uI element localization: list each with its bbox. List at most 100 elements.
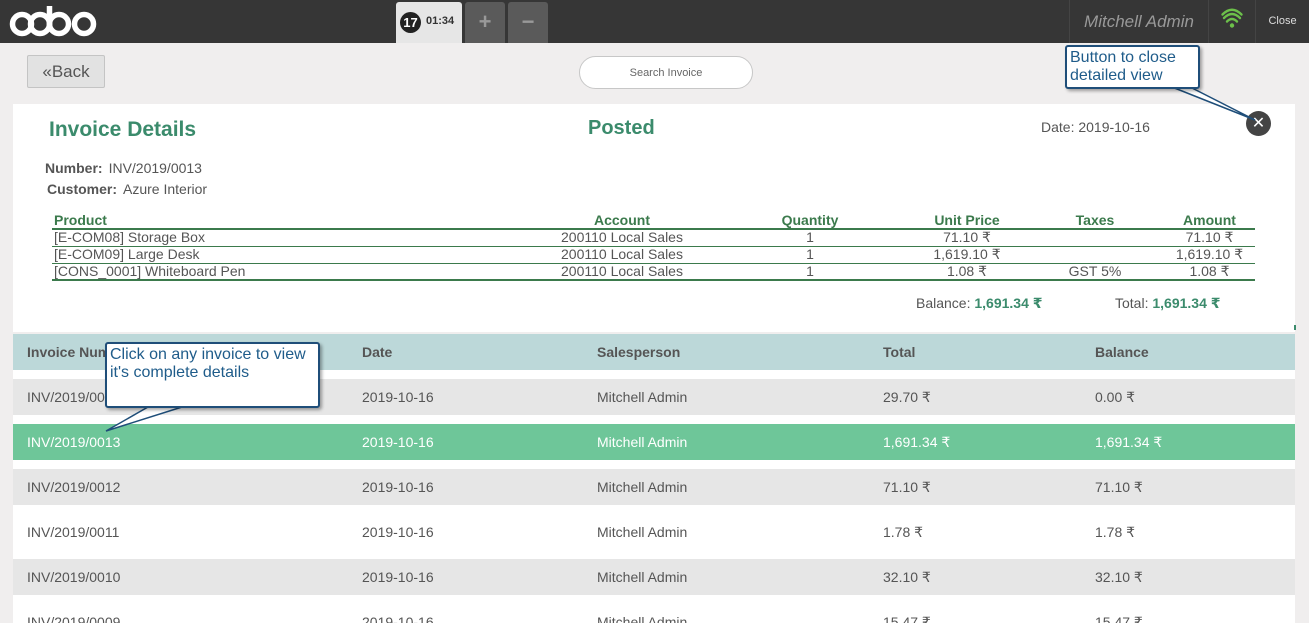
row-salesperson: Mitchell Admin <box>597 479 688 495</box>
invoice-date: Date: 2019-10-16 <box>1041 119 1150 135</box>
row-date: 2019-10-16 <box>362 389 434 405</box>
divider <box>13 505 1295 514</box>
row-salesperson: Mitchell Admin <box>597 524 688 540</box>
row-balance: 0.00 ₹ <box>1095 389 1136 405</box>
line-unit-price: 71.10 ₹ <box>908 229 1026 247</box>
table-row[interactable]: INV/2019/0012 2019-10-16 Mitchell Admin … <box>13 469 1295 505</box>
back-label: Back <box>51 62 90 81</box>
details-title: Invoice Details <box>49 118 197 141</box>
lines-header: Product Account Quantity Unit Price Taxe… <box>52 212 1255 230</box>
col-date: Date <box>362 344 393 360</box>
divider <box>13 550 1295 559</box>
divider <box>1294 325 1296 330</box>
divider <box>13 415 1295 424</box>
total-summary: Total: 1,691.34 ₹ <box>1115 295 1221 312</box>
line-account: 200110 Local Sales <box>532 246 712 264</box>
invoice-details-panel: Invoice Details Posted Date: 2019-10-16 … <box>13 104 1296 332</box>
close-icon: ✕ <box>1251 115 1266 132</box>
close-hint-callout: Button to close detailed view <box>1065 45 1200 89</box>
top-bar: 17 01:34 + − Mitchell Admin Close <box>0 0 1309 43</box>
col-salesperson: Salesperson <box>597 344 681 360</box>
col-quantity: Quantity <box>712 212 908 230</box>
line-quantity: 1 <box>712 246 908 264</box>
col-total: Total <box>883 344 916 360</box>
number-value: INV/2019/0013 <box>108 160 202 176</box>
customer-value: Azure Interior <box>123 181 208 197</box>
line-amount: 71.10 ₹ <box>1164 229 1255 247</box>
line-unit-price: 1.08 ₹ <box>908 263 1026 281</box>
balance-value: 1,691.34 ₹ <box>974 295 1043 311</box>
col-account: Account <box>532 212 712 230</box>
row-total: 29.70 ₹ <box>883 389 931 405</box>
table-row-selected[interactable]: INV/2019/0013 2019-10-16 Mitchell Admin … <box>13 424 1295 460</box>
close-pos-button[interactable]: Close <box>1256 0 1309 43</box>
invoice-customer: Customer: Azure Interior <box>47 181 207 197</box>
wifi-status[interactable] <box>1210 0 1256 43</box>
date-value: 2019-10-16 <box>1078 119 1150 135</box>
row-salesperson: Mitchell Admin <box>597 434 688 450</box>
line-product: [CONS_0001] Whiteboard Pen <box>52 263 532 281</box>
col-taxes: Taxes <box>1026 212 1164 230</box>
number-label: Number: <box>45 160 103 176</box>
row-balance: 1,691.34 ₹ <box>1095 434 1163 450</box>
line-taxes: GST 5% <box>1026 263 1164 281</box>
add-order-button[interactable]: + <box>465 2 505 43</box>
invoice-line: [CONS_0001] Whiteboard Pen 200110 Local … <box>52 263 1255 281</box>
table-row[interactable]: INV/2019/0009 2019-10-16 Mitchell Admin … <box>13 604 1295 623</box>
back-button[interactable]: «Back <box>27 55 105 88</box>
row-salesperson: Mitchell Admin <box>597 614 688 623</box>
search-input[interactable] <box>579 56 753 89</box>
row-date: 2019-10-16 <box>362 434 434 450</box>
line-taxes <box>1026 229 1164 247</box>
row-total: 71.10 ₹ <box>883 479 931 495</box>
line-account: 200110 Local Sales <box>532 229 712 247</box>
double-chevron-left-icon: « <box>42 62 52 81</box>
order-time: 01:34 <box>426 15 455 27</box>
click-hint-callout: Click on any invoice to view it's comple… <box>105 342 320 408</box>
row-date: 2019-10-16 <box>362 524 434 540</box>
wifi-icon <box>1221 8 1243 28</box>
total-value: 1,691.34 ₹ <box>1152 295 1221 311</box>
divider <box>13 595 1295 604</box>
row-date: 2019-10-16 <box>362 569 434 585</box>
row-number: INV/2019/0010 <box>27 569 121 585</box>
col-product: Product <box>52 212 532 230</box>
date-label: Date: <box>1041 119 1075 135</box>
divider <box>13 460 1295 469</box>
row-number: INV/2019/0012 <box>27 479 121 495</box>
table-row[interactable]: INV/2019/0011 2019-10-16 Mitchell Admin … <box>13 514 1295 550</box>
invoice-line: [E-COM08] Storage Box 200110 Local Sales… <box>52 229 1255 247</box>
balance-label: Balance: <box>916 295 971 311</box>
table-row[interactable]: INV/2019/0010 2019-10-16 Mitchell Admin … <box>13 559 1295 595</box>
line-amount: 1.08 ₹ <box>1164 263 1255 281</box>
row-number: INV/2019/0013 <box>27 434 121 450</box>
invoice-lines-table: Product Account Quantity Unit Price Taxe… <box>52 212 1255 281</box>
line-quantity: 1 <box>712 229 908 247</box>
row-balance: 15.47 ₹ <box>1095 614 1143 623</box>
line-unit-price: 1,619.10 ₹ <box>908 246 1026 264</box>
balance-summary: Balance: 1,691.34 ₹ <box>916 295 1043 312</box>
customer-label: Customer: <box>47 181 118 197</box>
user-name[interactable]: Mitchell Admin <box>1069 0 1209 43</box>
row-balance: 71.10 ₹ <box>1095 479 1143 495</box>
row-salesperson: Mitchell Admin <box>597 389 688 405</box>
remove-order-button[interactable]: − <box>508 2 548 43</box>
row-balance: 1.78 ₹ <box>1095 524 1136 540</box>
close-details-button[interactable]: ✕ <box>1246 111 1271 136</box>
line-product: [E-COM09] Large Desk <box>52 246 532 264</box>
total-label: Total: <box>1115 295 1149 311</box>
col-balance: Balance <box>1095 344 1149 360</box>
invoice-number: Number: INV/2019/0013 <box>45 160 202 176</box>
minus-icon: − <box>521 9 535 34</box>
plus-icon: + <box>478 9 492 34</box>
row-date: 2019-10-16 <box>362 614 434 623</box>
row-date: 2019-10-16 <box>362 479 434 495</box>
order-number-badge: 17 <box>400 12 421 33</box>
row-number: INV/2019/0011 <box>27 524 120 540</box>
col-unit-price: Unit Price <box>908 212 1026 230</box>
line-quantity: 1 <box>712 263 908 281</box>
line-product: [E-COM08] Storage Box <box>52 229 532 247</box>
line-account: 200110 Local Sales <box>532 263 712 281</box>
line-amount: 1,619.10 ₹ <box>1164 246 1255 264</box>
order-tab[interactable]: 17 01:34 <box>396 2 462 43</box>
